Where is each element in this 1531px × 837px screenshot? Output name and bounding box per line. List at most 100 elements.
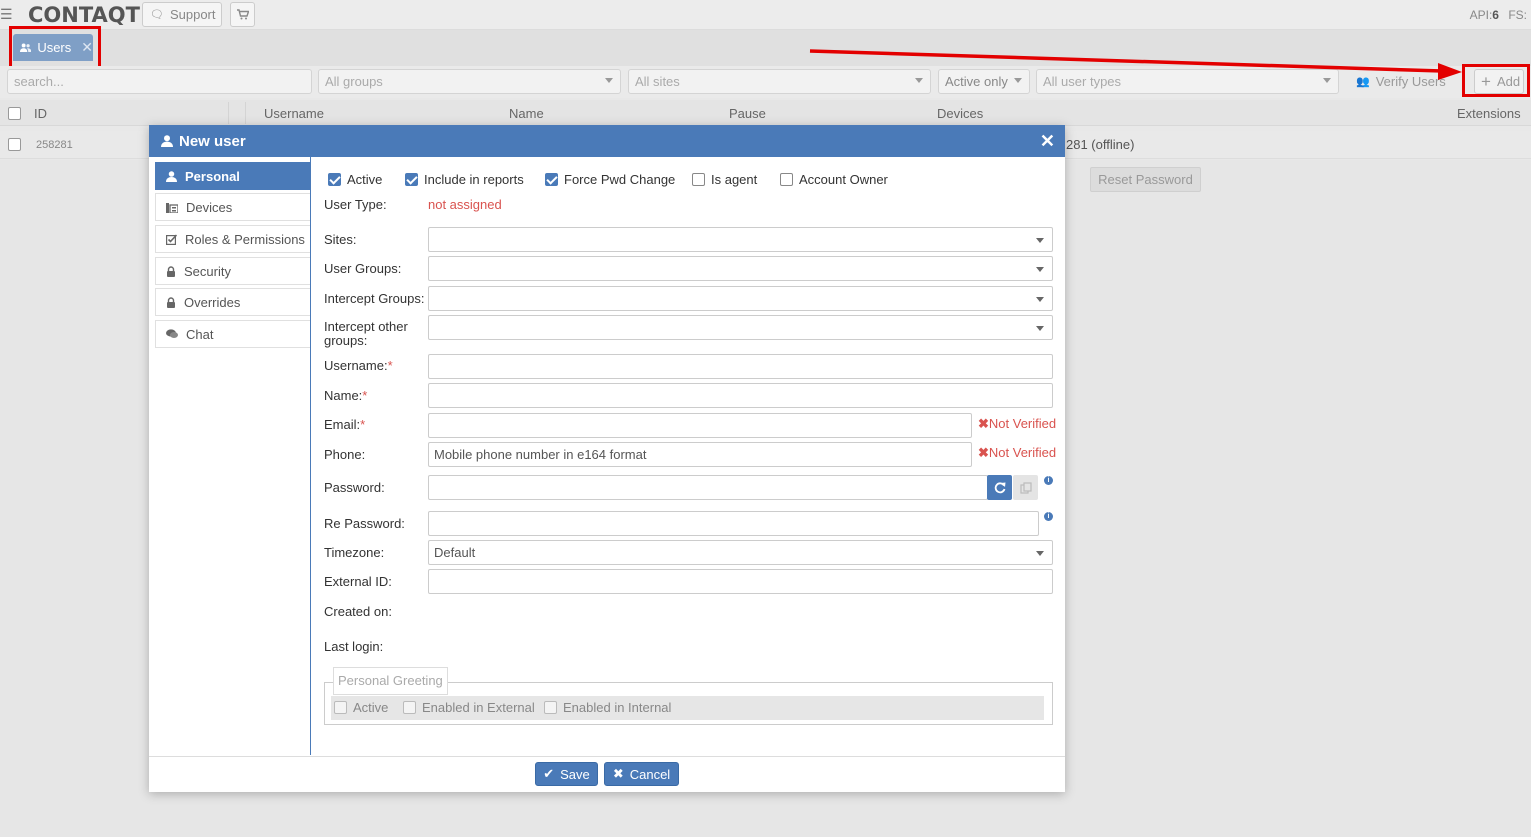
chevron-down-icon bbox=[1036, 326, 1044, 331]
reset-password-button[interactable]: Reset Password bbox=[1090, 167, 1201, 192]
sidebar-item-label: Chat bbox=[186, 326, 214, 342]
search-input[interactable]: search... bbox=[7, 69, 312, 94]
personal-form: Active Include in reports Force Pwd Chan… bbox=[311, 157, 1201, 755]
intercept-other-groups-label: Intercept other groups: bbox=[324, 320, 408, 348]
sidebar-item-label: Personal bbox=[185, 168, 240, 184]
timezone-value: Default bbox=[434, 545, 476, 560]
api-value: 6 bbox=[1492, 8, 1499, 22]
column-name[interactable]: Name bbox=[509, 106, 544, 121]
api-label: API: bbox=[1469, 8, 1493, 22]
user-icon bbox=[161, 135, 173, 147]
active-checkbox[interactable]: Active bbox=[328, 172, 382, 187]
row-id: 258281 bbox=[36, 139, 73, 151]
sites-value: All sites bbox=[635, 74, 680, 89]
sidebar-item-personal[interactable]: Personal bbox=[155, 162, 310, 190]
checkbox-label: Account Owner bbox=[799, 172, 888, 187]
phone-label: Phone: bbox=[324, 447, 366, 462]
api-status: API:6 FS: bbox=[1470, 8, 1527, 22]
phone-field[interactable]: Mobile phone number in e164 format bbox=[428, 442, 972, 467]
sidebar-item-roles-permissions[interactable]: Roles & Permissions bbox=[155, 225, 310, 253]
force-pwd-change-checkbox[interactable]: Force Pwd Change bbox=[545, 172, 675, 187]
checkbox-label: Active bbox=[353, 700, 389, 715]
new-user-dialog: New user ✕ Personal Devices Roles & Perm… bbox=[149, 125, 1201, 792]
lock-icon bbox=[167, 296, 175, 308]
save-button[interactable]: ✔ Save bbox=[535, 762, 598, 786]
copy-icon bbox=[1019, 481, 1032, 494]
sites-select[interactable] bbox=[428, 227, 1053, 252]
checkbox-unchecked[interactable] bbox=[692, 173, 705, 186]
sites-label: Sites: bbox=[324, 232, 357, 247]
select-all-checkbox[interactable] bbox=[8, 107, 21, 120]
sidebar-item-chat[interactable]: Chat bbox=[155, 320, 310, 348]
generate-password-button[interactable] bbox=[987, 475, 1012, 500]
sidebar-item-label: Overrides bbox=[184, 294, 241, 310]
chevron-down-icon bbox=[1036, 297, 1044, 302]
user-groups-select[interactable] bbox=[428, 256, 1053, 281]
support-button[interactable]: 🗨 Support bbox=[142, 2, 222, 27]
greeting-internal-checkbox[interactable]: Enabled in Internal bbox=[544, 700, 671, 715]
lock-icon bbox=[167, 265, 175, 277]
dialog-sidebar: Personal Devices Roles & Permissions Sec… bbox=[149, 157, 311, 755]
checkbox-label: Force Pwd Change bbox=[564, 172, 676, 187]
username-label: Username:* bbox=[324, 358, 393, 373]
menu-icon[interactable]: ☰ bbox=[0, 6, 13, 23]
column-devices[interactable]: Devices bbox=[937, 106, 983, 121]
is-agent-checkbox[interactable]: Is agent bbox=[692, 172, 757, 187]
column-pause[interactable]: Pause bbox=[729, 106, 766, 121]
sidebar-item-devices[interactable]: Devices bbox=[155, 193, 310, 221]
checkbox-label: Active bbox=[347, 172, 383, 187]
column-id[interactable]: ID bbox=[34, 106, 47, 121]
phone-placeholder: Mobile phone number in e164 format bbox=[434, 447, 647, 462]
checkbox-checked[interactable] bbox=[328, 173, 341, 186]
include-in-reports-checkbox[interactable]: Include in reports bbox=[405, 172, 524, 187]
checkbox-unchecked[interactable] bbox=[334, 701, 347, 714]
info-icon[interactable]: i bbox=[1044, 512, 1053, 521]
cancel-label: Cancel bbox=[629, 766, 671, 782]
username-field[interactable] bbox=[428, 354, 1053, 379]
checkbox-icon bbox=[166, 233, 177, 245]
external-id-field[interactable] bbox=[428, 569, 1053, 594]
checkbox-checked[interactable] bbox=[405, 173, 418, 186]
intercept-other-groups-select[interactable] bbox=[428, 315, 1053, 340]
email-label: Email:* bbox=[324, 417, 365, 432]
cross-icon: ✖ bbox=[978, 416, 989, 431]
checkbox-label: Include in reports bbox=[424, 172, 524, 187]
checkbox-unchecked[interactable] bbox=[403, 701, 416, 714]
greeting-external-checkbox[interactable]: Enabled in External bbox=[403, 700, 535, 715]
chat-icon: 🗨 bbox=[150, 9, 164, 21]
intercept-groups-select[interactable] bbox=[428, 286, 1053, 311]
personal-greeting-legend: Personal Greeting bbox=[333, 667, 448, 695]
dialog-title: New user bbox=[179, 132, 246, 150]
sidebar-item-label: Roles & Permissions bbox=[185, 231, 305, 247]
checkbox-checked[interactable] bbox=[545, 173, 558, 186]
sidebar-item-overrides[interactable]: Overrides bbox=[155, 288, 310, 316]
user-groups-label: User Groups: bbox=[324, 261, 402, 276]
close-icon[interactable]: ✕ bbox=[1040, 131, 1055, 152]
name-field[interactable] bbox=[428, 383, 1053, 408]
column-extensions[interactable]: Extensions bbox=[1457, 106, 1521, 121]
account-owner-checkbox[interactable]: Account Owner bbox=[780, 172, 888, 187]
info-icon[interactable]: i bbox=[1044, 476, 1053, 485]
required-mark: * bbox=[360, 417, 366, 432]
label-text: Name: bbox=[324, 388, 363, 403]
row-checkbox[interactable] bbox=[8, 138, 21, 151]
groups-select[interactable]: All groups bbox=[318, 69, 621, 94]
required-mark: * bbox=[387, 358, 393, 373]
checkbox-unchecked[interactable] bbox=[544, 701, 557, 714]
re-password-field[interactable] bbox=[428, 511, 1039, 536]
cancel-button[interactable]: ✖ Cancel bbox=[604, 762, 679, 786]
column-username[interactable]: Username bbox=[264, 106, 324, 121]
dialog-header: New user ✕ bbox=[149, 125, 1065, 157]
refresh-icon bbox=[994, 481, 1005, 493]
user-type-label: User Type: bbox=[324, 197, 387, 212]
annotation-box-add-button bbox=[1462, 64, 1530, 97]
cart-button[interactable] bbox=[230, 2, 255, 27]
copy-password-button[interactable] bbox=[1013, 475, 1038, 500]
password-field[interactable] bbox=[428, 475, 988, 500]
greeting-active-checkbox[interactable]: Active bbox=[334, 700, 388, 715]
sidebar-item-security[interactable]: Security bbox=[155, 257, 310, 285]
timezone-select[interactable]: Default bbox=[428, 540, 1053, 565]
email-field[interactable] bbox=[428, 413, 972, 438]
sidebar-item-label: Devices bbox=[186, 199, 233, 215]
checkbox-unchecked[interactable] bbox=[780, 173, 793, 186]
